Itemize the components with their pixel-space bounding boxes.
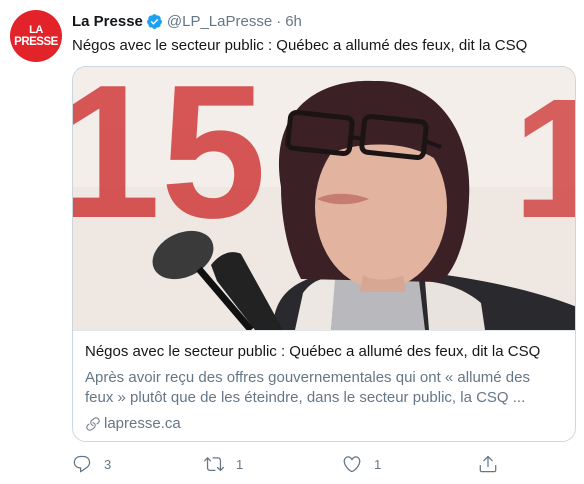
retweet-icon — [204, 457, 224, 472]
backdrop-number-right: 1 — [513, 67, 576, 254]
share-icon — [479, 455, 497, 473]
card-title: Négos avec le secteur public : Québec a … — [85, 343, 541, 360]
like-button[interactable]: 1 — [342, 454, 381, 474]
reply-button[interactable]: 3 — [72, 454, 111, 474]
author-name[interactable]: La Presse — [72, 13, 143, 30]
link-card[interactable]: 15 1 Négos avec le secteu — [72, 66, 576, 442]
tweet-text: Négos avec le secteur public : Québec a … — [72, 37, 528, 54]
avatar-logo-line1: LA — [29, 24, 43, 36]
like-count: 1 — [374, 456, 382, 472]
tweet-header: La Presse @LP_LaPresse · 6h — [72, 10, 302, 32]
link-icon — [86, 416, 100, 431]
header-separator: · — [276, 12, 282, 30]
tweet[interactable]: LA PRESSE La Presse @LP_LaPresse · 6h Né… — [0, 0, 584, 484]
avatar-logo-line2: PRESSE — [14, 36, 58, 48]
retweet-count: 1 — [236, 456, 244, 472]
card-body[interactable]: Négos avec le secteur public : Québec a … — [73, 330, 575, 441]
share-button[interactable] — [478, 454, 510, 474]
card-domain-label: lapresse.ca — [104, 415, 181, 432]
card-domain[interactable]: lapresse.ca — [85, 415, 181, 432]
retweet-button[interactable]: 1 — [204, 454, 243, 474]
reply-count: 3 — [104, 456, 112, 472]
author-handle[interactable]: @LP_LaPresse — [167, 13, 272, 30]
reply-icon — [73, 455, 91, 473]
tweet-timestamp[interactable]: 6h — [285, 13, 302, 30]
backdrop-number-left: 15 — [73, 67, 266, 258]
card-photo: 15 1 — [73, 67, 576, 330]
heart-icon — [343, 456, 361, 473]
avatar[interactable]: LA PRESSE — [10, 10, 62, 62]
card-description: Après avoir reçu des offres gouvernement… — [85, 369, 530, 406]
verified-badge-icon — [146, 13, 163, 30]
tweet-actions: 3 1 1 — [72, 454, 572, 478]
